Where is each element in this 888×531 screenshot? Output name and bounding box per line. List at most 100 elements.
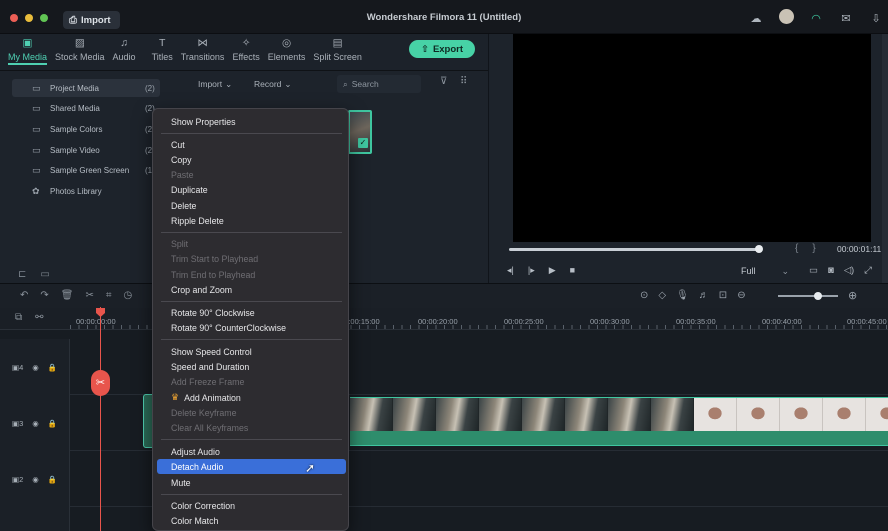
filter-icon[interactable]: ⊽ — [440, 76, 447, 87]
close-window-button[interactable] — [10, 14, 18, 22]
media-thumbnail[interactable]: ✓ — [348, 110, 372, 154]
sidebar-item-sample-colors[interactable]: ▭ Sample Colors (25 — [12, 120, 160, 138]
menu-item-crop-and-zoom[interactable]: Crop and Zoom — [153, 282, 348, 297]
menu-item-rotate-counterclockwise[interactable]: Rotate 90° CounterClockwise — [153, 320, 348, 335]
import-button[interactable]: ⎙ Import — [63, 11, 120, 29]
menu-item-duplicate[interactable]: Duplicate — [153, 182, 348, 197]
speed-icon[interactable]: ◷ — [124, 290, 133, 301]
step-back-icon[interactable]: ◂| — [507, 265, 514, 276]
zoom-slider-handle[interactable] — [814, 292, 822, 300]
import-dropdown[interactable]: Import ⌄ — [198, 75, 232, 93]
video-preview[interactable] — [513, 34, 871, 242]
search-input[interactable]: ⌕ Search — [337, 75, 421, 93]
menu-item-copy[interactable]: Copy — [153, 152, 348, 167]
lock-icon[interactable]: 🔒 — [48, 363, 57, 372]
timeline-zoom-slider[interactable] — [778, 292, 838, 300]
menu-item-mute[interactable]: Mute — [153, 475, 348, 490]
toolbar-tabs: ▣ My Media ▨ Stock Media ♫ Audio T Title… — [6, 37, 364, 65]
preview-zoom-select[interactable]: Full ⌄ — [741, 266, 789, 277]
menu-item-adjust-audio[interactable]: Adjust Audio — [153, 444, 348, 459]
redo-icon[interactable]: ↷ — [40, 290, 48, 301]
marker-icon[interactable]: ◇ — [658, 290, 666, 301]
menu-item-rotate-clockwise[interactable]: Rotate 90° Clockwise — [153, 305, 348, 320]
step-forward-icon[interactable]: |▸ — [528, 265, 535, 276]
timeline-ruler[interactable]: 00:00:00:00 00:00:15:00 00:00:20:00 00:0… — [0, 308, 888, 330]
sidebar-item-project-media[interactable]: ▭ Project Media (2) — [12, 79, 160, 97]
caption-icon[interactable]: ⊡ — [719, 290, 727, 301]
microphone-icon[interactable]: 🎙 — [676, 290, 689, 301]
menu-item-color-correction[interactable]: Color Correction — [153, 498, 348, 513]
tab-label: Audio — [112, 52, 136, 62]
export-button[interactable]: ⇧ Export — [409, 40, 475, 58]
fullscreen-icon[interactable]: ⤢ — [864, 265, 872, 276]
menu-item-label: Detach Audio — [171, 461, 224, 472]
zoom-in-icon[interactable]: ⊕ — [848, 289, 857, 302]
download-icon[interactable]: ⇩ — [868, 12, 884, 25]
menu-item-delete[interactable]: Delete — [153, 198, 348, 213]
folder-open-icon[interactable]: ▭ — [40, 269, 49, 280]
folder-icon: ▭ — [32, 164, 41, 175]
menu-item-add-animation[interactable]: ♛ Add Animation — [153, 390, 348, 405]
volume-icon[interactable]: ◁) — [844, 265, 854, 276]
clip-frame — [737, 398, 780, 431]
playhead[interactable] — [100, 307, 101, 531]
undo-icon[interactable]: ↶ — [20, 290, 28, 301]
video-clip[interactable] — [350, 397, 888, 431]
play-icon[interactable]: ▶ — [549, 265, 556, 276]
preview-panel: {} 00:00:01:11 ◂| |▸ ▶ ■ Full ⌄ ▭ ◙ ◁) ⤢ — [488, 34, 888, 283]
preview-seek-bar[interactable] — [509, 245, 763, 253]
clip-audio-waveform[interactable] — [350, 431, 888, 446]
menu-item-show-speed-control[interactable]: Show Speed Control — [153, 344, 348, 359]
sidebar-item-sample-video[interactable]: ▭ Sample Video (20 — [12, 141, 160, 159]
display-icon[interactable]: ▭ — [809, 265, 818, 276]
eye-icon[interactable]: ◉ — [32, 363, 39, 372]
grid-view-icon[interactable]: ⠿ — [460, 76, 467, 87]
tab-effects[interactable]: ✧ Effects — [230, 37, 261, 65]
support-headset-icon[interactable]: ◠ — [808, 12, 824, 25]
tab-my-media[interactable]: ▣ My Media — [6, 37, 49, 65]
scissors-icon[interactable]: ✂ — [85, 290, 93, 301]
new-folder-icon[interactable]: ⊏ — [18, 269, 26, 280]
record-dropdown[interactable]: Record ⌄ — [254, 75, 292, 93]
tab-audio[interactable]: ♫ Audio — [111, 37, 138, 65]
tab-split-screen[interactable]: ▤ Split Screen — [311, 37, 364, 65]
sidebar-item-shared-media[interactable]: ▭ Shared Media (2) — [12, 99, 160, 117]
render-icon[interactable]: ⊙ — [640, 290, 648, 301]
sidebar-item-sample-green-screen[interactable]: ▭ Sample Green Screen (10 — [12, 161, 160, 179]
tab-stock-media[interactable]: ▨ Stock Media — [53, 37, 107, 65]
menu-item-ripple-delete[interactable]: Ripple Delete — [153, 213, 348, 228]
cloud-icon[interactable]: ☁ — [748, 12, 764, 25]
menu-item-label: Rotate 90° CounterClockwise — [171, 322, 286, 333]
trash-icon[interactable]: 🗑 — [61, 290, 74, 301]
stop-icon[interactable]: ■ — [570, 265, 575, 276]
lock-icon[interactable]: 🔒 — [48, 475, 57, 484]
add-track-icon[interactable]: ⧉ — [15, 312, 22, 323]
ruler-label: 00:00:00:00 — [76, 317, 116, 326]
menu-item-cut[interactable]: Cut — [153, 137, 348, 152]
menu-item-color-match[interactable]: Color Match — [153, 513, 348, 528]
mark-in-out-icon[interactable]: {} — [795, 243, 830, 254]
menu-item-speed-and-duration[interactable]: Speed and Duration — [153, 359, 348, 374]
audio-mix-icon[interactable]: ♬ — [699, 290, 709, 301]
avatar[interactable] — [778, 9, 794, 27]
crop-icon[interactable]: ⌗ — [106, 290, 112, 301]
tab-titles[interactable]: T Titles — [150, 37, 175, 65]
sidebar-item-photos-library[interactable]: ✿ Photos Library — [12, 182, 160, 200]
minimize-window-button[interactable] — [25, 14, 33, 22]
maximize-window-button[interactable] — [40, 14, 48, 22]
eye-icon[interactable]: ◉ — [32, 475, 39, 484]
menu-item-detach-audio[interactable]: Detach Audio — [157, 459, 346, 474]
split-scissors-icon[interactable]: ✂ — [91, 370, 110, 396]
zoom-out-icon[interactable]: ⊖ — [737, 290, 745, 301]
menu-item-show-properties[interactable]: Show Properties — [153, 114, 348, 129]
tab-transitions[interactable]: ⋈ Transitions — [179, 37, 227, 65]
link-icon[interactable]: ⚯ — [35, 312, 43, 323]
eye-icon[interactable]: ◉ — [32, 419, 39, 428]
track-controls: ▣4 ◉ 🔒 — [12, 363, 57, 372]
seek-handle[interactable] — [755, 245, 763, 253]
tab-elements[interactable]: ◎ Elements — [266, 37, 308, 65]
lock-icon[interactable]: 🔒 — [48, 419, 57, 428]
menu-separator — [161, 494, 342, 495]
mail-icon[interactable]: ✉ — [838, 12, 854, 25]
snapshot-icon[interactable]: ◙ — [828, 265, 834, 276]
